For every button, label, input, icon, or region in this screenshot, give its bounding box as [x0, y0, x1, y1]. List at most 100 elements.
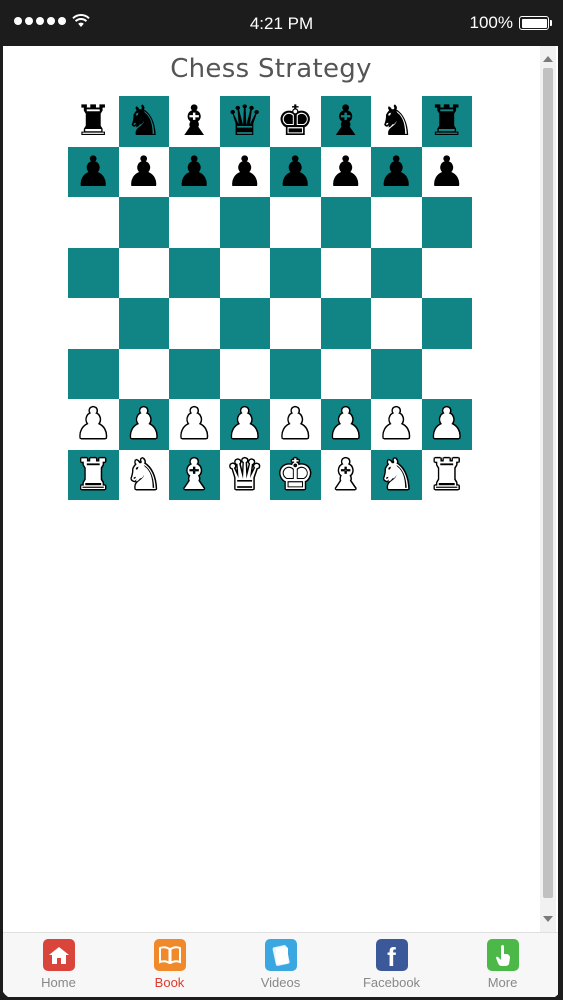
board-square[interactable] [68, 298, 119, 349]
board-square[interactable] [320, 247, 371, 298]
board-square[interactable]: ♛ [219, 96, 270, 147]
board-square[interactable] [169, 348, 220, 399]
board-square[interactable] [371, 247, 422, 298]
tab-book[interactable]: Book [114, 933, 225, 997]
white-pawn-piece[interactable]: ♟ [175, 403, 213, 445]
white-knight-piece[interactable]: ♞ [377, 453, 415, 496]
board-square[interactable] [371, 197, 422, 248]
black-pawn-piece[interactable]: ♟ [226, 150, 264, 193]
white-pawn-piece[interactable]: ♟ [74, 403, 112, 445]
white-knight-piece[interactable]: ♞ [125, 453, 163, 496]
board-square[interactable] [219, 348, 270, 399]
black-pawn-piece[interactable]: ♟ [327, 150, 365, 193]
board-square[interactable] [118, 247, 169, 298]
board-square[interactable]: ♝ [320, 449, 371, 500]
white-rook-piece[interactable]: ♜ [428, 453, 466, 496]
white-pawn-piece[interactable]: ♟ [226, 403, 264, 445]
black-knight-piece[interactable]: ♞ [377, 100, 415, 142]
black-rook-piece[interactable]: ♜ [74, 100, 112, 142]
board-square[interactable] [421, 197, 472, 248]
board-square[interactable]: ♜ [68, 96, 119, 147]
board-square[interactable]: ♟ [169, 146, 220, 197]
board-square[interactable]: ♞ [371, 96, 422, 147]
board-square[interactable] [68, 348, 119, 399]
black-king-piece[interactable]: ♚ [276, 100, 314, 142]
white-king-piece[interactable]: ♚ [276, 453, 314, 496]
board-square[interactable] [270, 247, 321, 298]
black-rook-piece[interactable]: ♜ [428, 100, 466, 142]
tab-more[interactable]: More [447, 933, 558, 997]
scroll-thumb[interactable] [543, 68, 553, 898]
board-square[interactable]: ♟ [371, 399, 422, 450]
board-square[interactable]: ♟ [118, 399, 169, 450]
board-square[interactable]: ♟ [320, 146, 371, 197]
black-bishop-piece[interactable]: ♝ [327, 100, 365, 142]
board-square[interactable] [320, 197, 371, 248]
white-pawn-piece[interactable]: ♟ [327, 403, 365, 445]
board-square[interactable]: ♝ [169, 449, 220, 500]
board-square[interactable] [68, 197, 119, 248]
board-square[interactable]: ♟ [421, 399, 472, 450]
tab-videos[interactable]: Videos [225, 933, 336, 997]
white-pawn-piece[interactable]: ♟ [276, 403, 314, 445]
board-square[interactable]: ♟ [68, 399, 119, 450]
white-bishop-piece[interactable]: ♝ [327, 453, 365, 496]
black-knight-piece[interactable]: ♞ [125, 100, 163, 142]
board-square[interactable]: ♞ [118, 449, 169, 500]
board-square[interactable] [320, 298, 371, 349]
board-square[interactable]: ♜ [421, 449, 472, 500]
black-pawn-piece[interactable]: ♟ [125, 150, 163, 193]
board-square[interactable]: ♟ [371, 146, 422, 197]
board-square[interactable]: ♜ [68, 449, 119, 500]
black-pawn-piece[interactable]: ♟ [377, 150, 415, 193]
board-square[interactable]: ♟ [219, 146, 270, 197]
board-square[interactable] [421, 247, 472, 298]
board-square[interactable] [421, 298, 472, 349]
board-square[interactable]: ♝ [169, 96, 220, 147]
board-square[interactable]: ♚ [270, 96, 321, 147]
board-square[interactable] [371, 298, 422, 349]
black-pawn-piece[interactable]: ♟ [175, 150, 213, 193]
black-pawn-piece[interactable]: ♟ [428, 150, 466, 193]
board-square[interactable] [118, 348, 169, 399]
scrollbar[interactable] [540, 46, 556, 932]
board-square[interactable] [118, 197, 169, 248]
black-bishop-piece[interactable]: ♝ [175, 100, 213, 142]
board-square[interactable]: ♟ [169, 399, 220, 450]
board-square[interactable] [68, 247, 119, 298]
black-pawn-piece[interactable]: ♟ [74, 150, 112, 193]
board-square[interactable]: ♟ [421, 146, 472, 197]
board-square[interactable]: ♞ [118, 96, 169, 147]
board-square[interactable] [219, 298, 270, 349]
black-queen-piece[interactable]: ♛ [226, 100, 264, 142]
board-square[interactable]: ♟ [270, 146, 321, 197]
board-square[interactable]: ♟ [270, 399, 321, 450]
board-square[interactable] [169, 197, 220, 248]
white-pawn-piece[interactable]: ♟ [377, 403, 415, 445]
white-bishop-piece[interactable]: ♝ [175, 453, 213, 496]
board-square[interactable]: ♞ [371, 449, 422, 500]
tab-home[interactable]: Home [3, 933, 114, 997]
board-square[interactable]: ♟ [219, 399, 270, 450]
board-square[interactable] [270, 298, 321, 349]
board-square[interactable]: ♝ [320, 96, 371, 147]
board-square[interactable] [270, 197, 321, 248]
board-square[interactable]: ♚ [270, 449, 321, 500]
chess-board[interactable]: ♜ ♞ ♝ ♛ ♚ ♝ ♞ ♜ ♟ ♟ ♟ ♟ ♟ ♟ ♟ ♟ ♟ ♟ ♟ ♟ ♟ ♟ ♟ ♟ ♜ ♞ ♝ ♛ ♚ ♝ ♞ ♜ [68, 96, 472, 500]
board-square[interactable]: ♟ [68, 146, 119, 197]
white-pawn-piece[interactable]: ♟ [428, 403, 466, 445]
board-square[interactable] [169, 298, 220, 349]
board-square[interactable] [421, 348, 472, 399]
black-pawn-piece[interactable]: ♟ [276, 150, 314, 193]
scroll-up-icon[interactable] [543, 56, 553, 62]
white-pawn-piece[interactable]: ♟ [125, 403, 163, 445]
board-square[interactable] [270, 348, 321, 399]
white-rook-piece[interactable]: ♜ [74, 453, 112, 496]
board-square[interactable] [169, 247, 220, 298]
board-square[interactable] [320, 348, 371, 399]
tab-facebook[interactable]: f Facebook [336, 933, 447, 997]
board-square[interactable] [219, 247, 270, 298]
board-square[interactable]: ♟ [320, 399, 371, 450]
board-square[interactable]: ♟ [118, 146, 169, 197]
board-square[interactable] [219, 197, 270, 248]
